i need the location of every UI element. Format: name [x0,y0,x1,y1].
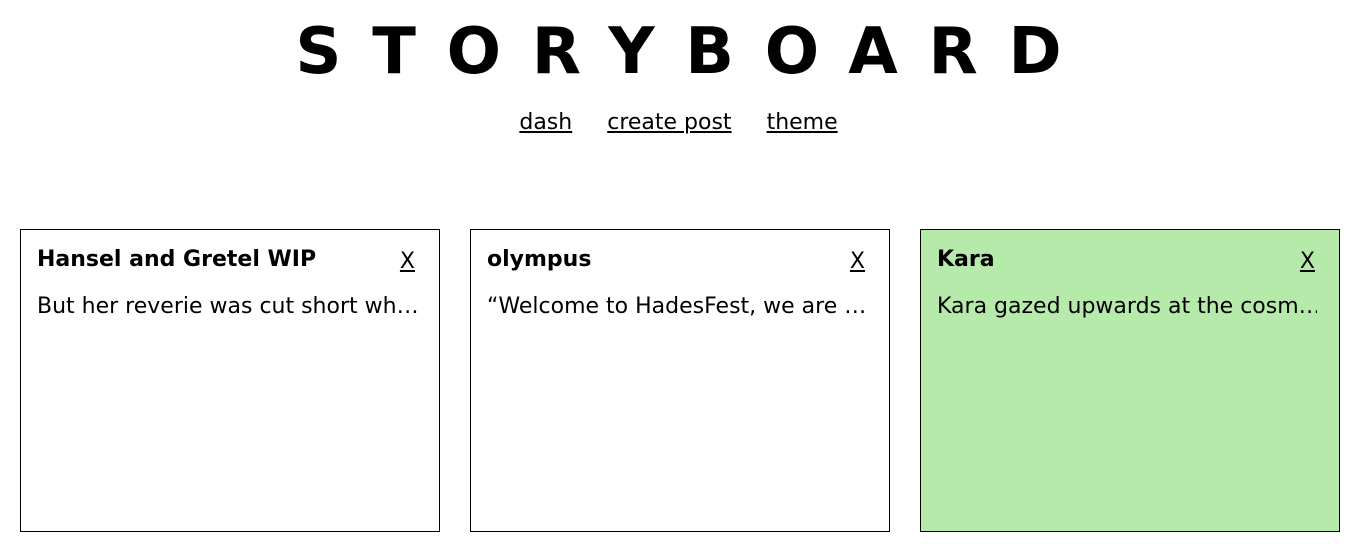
delete-card-button[interactable]: X [400,246,415,278]
card-title: Kara [937,247,995,272]
delete-card-button[interactable]: X [1300,246,1315,278]
story-card[interactable]: Kara X Kara gazed upwards at the cosm… [920,229,1340,532]
card-title: olympus [487,247,592,272]
card-excerpt: “Welcome to HadesFest, we are … [487,294,867,319]
card-title: Hansel and Gretel WIP [37,247,317,272]
card-excerpt: Kara gazed upwards at the cosm… [937,294,1317,319]
delete-card-button[interactable]: X [850,246,865,278]
site-title: STORYBOARD [295,15,1093,89]
nav-link-theme[interactable]: theme [767,110,838,135]
nav-link-dash[interactable]: dash [519,110,572,135]
main-nav: dash create post theme [0,108,1357,138]
story-card[interactable]: Hansel and Gretel WIP X But her reverie … [20,229,440,532]
card-excerpt: But her reverie was cut short wh… [37,294,417,319]
story-card[interactable]: olympus X “Welcome to HadesFest, we are … [470,229,890,532]
nav-link-create-post[interactable]: create post [607,110,731,135]
